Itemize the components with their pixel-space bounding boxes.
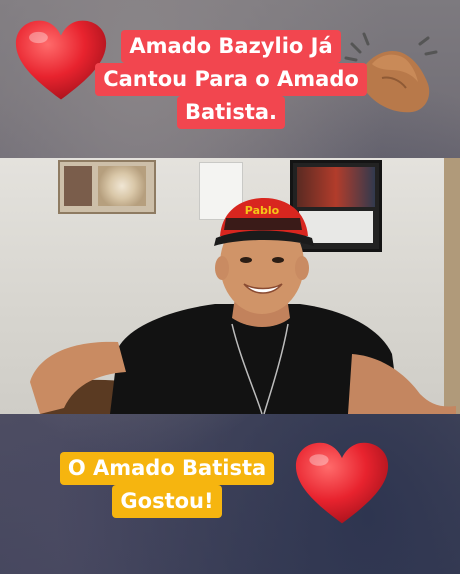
caption-line: Cantou Para o Amado [95,63,367,96]
top-caption: Amado Bazylio Já Cantou Para o Amado Bat… [86,30,376,129]
cap-text: Pablo [245,204,280,217]
caption-line: Batista. [176,96,286,129]
singer: Pablo [30,198,456,414]
video-frame: Pablo [0,158,460,414]
caption-line: Gostou! [112,485,222,518]
caption-line: Amado Bazylio Já [121,30,341,63]
heart-icon [295,442,389,524]
caption-line: O Amado Batista [59,452,275,485]
bottom-caption: O Amado Batista Gostou! [40,452,294,518]
